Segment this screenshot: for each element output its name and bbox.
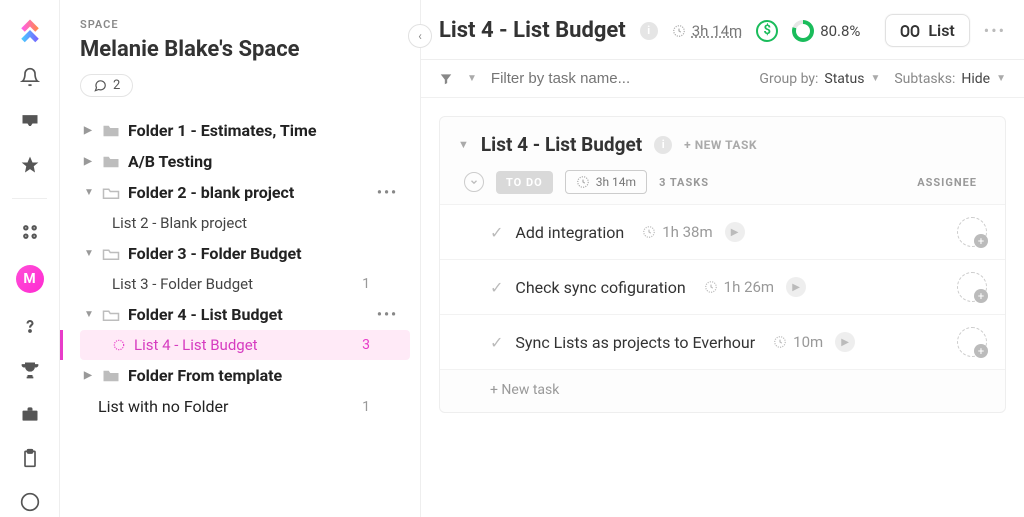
item-count-badge: 1 [362,399,370,415]
view-label: List [928,21,954,40]
task-row[interactable]: ✓ Check sync cofiguration 1h 26m ▶ [440,259,1005,314]
tree-folder[interactable]: ▶Folder From template [80,360,410,391]
play-icon[interactable]: ▶ [835,332,855,352]
status-badge[interactable]: TO DO [496,171,553,194]
chevron-down-icon[interactable]: ▼ [458,138,469,151]
tree-label: Folder 2 - blank project [128,183,294,202]
help-icon[interactable] [19,315,41,337]
header-time-value: 3h 14m [692,22,742,40]
group-by-value: Status [824,71,864,87]
task-row[interactable]: ✓ Add integration 1h 38m ▶ [440,204,1005,259]
check-icon[interactable]: ✓ [490,333,503,352]
group-by-selector[interactable]: Group by: Status ▼ [759,71,880,87]
tree-label: List 4 - List Budget [134,336,258,354]
list-header: List 4 - List Budget i 3h 14m $ 80.8% Li… [421,0,1024,60]
tree-folder[interactable]: ▶A/B Testing [80,146,410,177]
comments-count: 2 [113,78,120,93]
header-more-icon[interactable]: ••• [984,21,1006,40]
inbox-icon[interactable] [19,110,41,132]
filter-input[interactable] [491,70,711,87]
check-icon[interactable]: ✓ [490,278,503,297]
star-icon[interactable] [19,154,41,176]
assignee-add[interactable] [957,217,987,247]
task-name[interactable]: Sync Lists as projects to Everhour [515,333,755,352]
new-task-inline[interactable]: + New task [440,369,1005,412]
tree-label: List 3 - Folder Budget [112,275,253,293]
app-logo[interactable] [16,16,44,44]
toolbar: ▼ Group by: Status ▼ Subtasks: Hide ▼ [421,60,1024,98]
tree-list[interactable]: List 3 - Folder Budget 1 [80,269,410,299]
tree-folder[interactable]: ▶Folder 1 - Estimates, Time [80,115,410,146]
tree-label: Folder 3 - Folder Budget [128,244,302,263]
task-row[interactable]: ✓ Sync Lists as projects to Everhour 10m… [440,314,1005,369]
filter-icon[interactable] [439,72,453,86]
gauge-icon[interactable] [19,491,41,513]
tree-folder[interactable]: ▼Folder 4 - List Budget••• [80,299,410,330]
subtasks-value: Hide [961,71,990,87]
space-tree: ▶Folder 1 - Estimates, Time ▶A/B Testing… [80,115,410,422]
clipboard-icon[interactable] [19,447,41,469]
subtasks-label: Subtasks: [894,71,955,87]
tree-label: List 2 - Blank project [112,214,247,232]
header-time[interactable]: 3h 14m [672,22,742,40]
sidebar: ‹ SPACE Melanie Blake's Space 2 ▶Folder … [60,0,420,517]
tree-list[interactable]: List 2 - Blank project [80,208,410,238]
group-by-label: Group by: [759,71,818,87]
task-time[interactable]: 1h 26m [704,278,774,296]
folder-more-icon[interactable]: ••• [377,307,398,323]
nav-rail: M [0,0,60,517]
group-title: List 4 - List Budget [481,133,642,156]
play-icon[interactable]: ▶ [725,222,745,242]
task-time[interactable]: 1h 38m [642,223,712,241]
collapse-status-icon[interactable] [464,172,484,192]
task-name[interactable]: Add integration [515,223,624,242]
subtasks-selector[interactable]: Subtasks: Hide ▼ [894,71,1006,87]
comments-pill[interactable]: 2 [80,74,133,97]
main-panel: List 4 - List Budget i 3h 14m $ 80.8% Li… [420,0,1024,517]
play-icon[interactable]: ▶ [786,277,806,297]
task-group: ▼ List 4 - List Budget i + NEW TASK TO D… [439,116,1006,413]
tree-label: Folder 1 - Estimates, Time [128,121,317,140]
budget-icon[interactable]: $ [756,20,778,42]
tree-label: Folder 4 - List Budget [128,305,283,324]
trophy-icon[interactable] [19,359,41,381]
space-label: SPACE [80,18,410,31]
progress-value: 80.8% [820,22,860,40]
user-avatar[interactable]: M [16,265,44,293]
check-icon[interactable]: ✓ [490,223,503,242]
list-title: List 4 - List Budget [439,18,626,43]
tree-label: List with no Folder [98,397,228,416]
item-count-badge: 3 [362,337,370,353]
tree-label: A/B Testing [128,152,212,171]
chevron-down-icon[interactable]: ▼ [467,73,477,84]
briefcase-icon[interactable] [19,403,41,425]
view-switcher[interactable]: List [885,14,969,47]
bell-icon[interactable] [19,66,41,88]
assignee-header: ASSIGNEE [917,176,977,189]
tree-list-active[interactable]: List 4 - List Budget 3 [80,330,410,360]
assignee-add[interactable] [957,272,987,302]
new-task-button[interactable]: + NEW TASK [684,138,757,152]
task-count: 3 TASKS [659,176,709,189]
task-name[interactable]: Check sync cofiguration [515,278,685,297]
collapse-sidebar-button[interactable]: ‹ [408,24,432,48]
chevron-down-icon: ▼ [870,73,880,84]
tree-folder[interactable]: ▼Folder 2 - blank project••• [80,177,410,208]
tree-label: Folder From template [128,366,282,385]
donut-icon [792,20,814,42]
assignee-add[interactable] [957,327,987,357]
item-count-badge: 1 [362,276,370,292]
tree-list[interactable]: List with no Folder 1 [80,391,410,422]
group-time-value: 3h 14m [596,175,636,189]
info-icon[interactable]: i [640,22,658,40]
task-time[interactable]: 10m [773,333,823,351]
group-time-pill[interactable]: 3h 14m [565,170,647,194]
space-title: Melanie Blake's Space [80,37,410,62]
info-icon[interactable]: i [654,136,672,154]
progress-indicator[interactable]: 80.8% [792,20,860,42]
folder-more-icon[interactable]: ••• [377,185,398,201]
tree-folder[interactable]: ▼Folder 3 - Folder Budget [80,238,410,269]
chevron-down-icon: ▼ [996,73,1006,84]
apps-icon[interactable] [19,221,41,243]
